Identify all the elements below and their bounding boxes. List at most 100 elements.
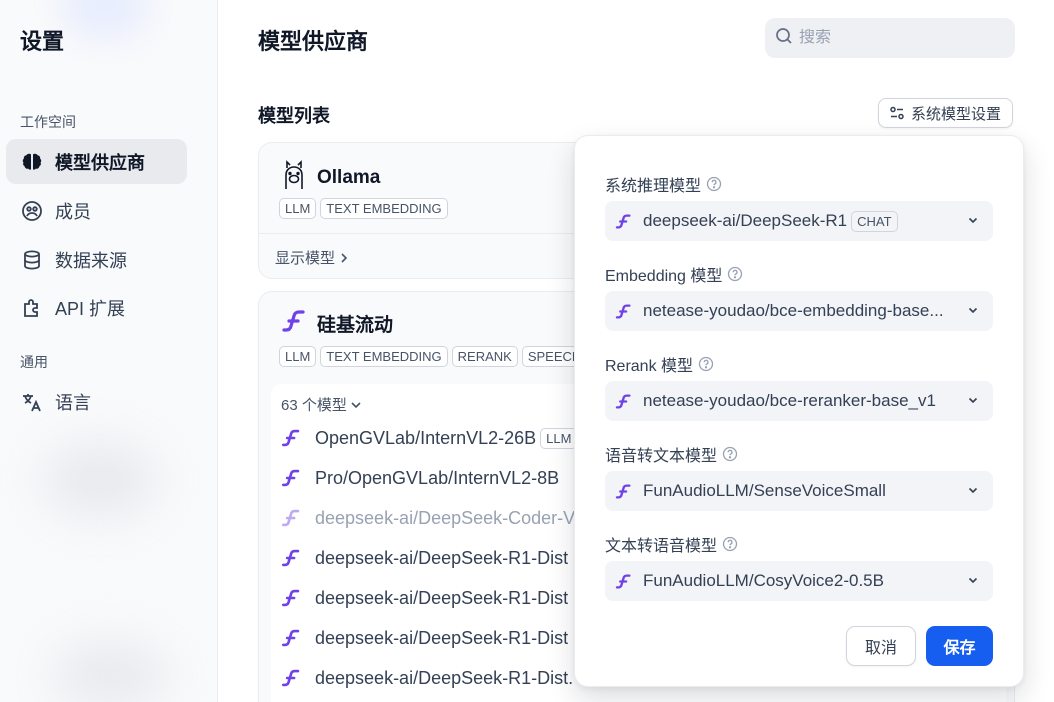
siliconflow-icon [281, 668, 303, 688]
brain-icon [21, 151, 43, 173]
model-name: Pro/OpenGVLab/InternVL2-8B [315, 467, 560, 488]
capability-tag: LLM [279, 198, 317, 219]
help-icon[interactable] [722, 536, 738, 552]
chevron-down-icon [350, 400, 362, 410]
embedding-model-select[interactable]: netease-youdao/bce-embedding-base... [605, 291, 993, 331]
field-label-text: 语音转文本模型 [605, 448, 718, 465]
page-title: 模型供应商 [258, 29, 369, 54]
search-icon [775, 27, 793, 50]
model-name: deepseek-ai/DeepSeek-R1-Dist [315, 587, 569, 608]
selected-value: netease-youdao/bce-reranker-base_v1 [643, 391, 936, 410]
background-blur [50, 640, 170, 702]
model-type-tag: CHAT [851, 210, 898, 232]
llama-icon [281, 159, 307, 196]
siliconflow-icon [281, 308, 307, 339]
provider-header: 硅基流动 [281, 308, 393, 339]
siliconflow-icon [615, 303, 633, 320]
siliconflow-icon [281, 548, 303, 568]
field-label-text: 系统推理模型 [605, 178, 702, 195]
background-blur [60, 0, 150, 40]
help-icon[interactable] [727, 266, 743, 282]
save-button[interactable]: 保存 [926, 626, 993, 666]
sidebar-item-label: 模型供应商 [55, 152, 145, 173]
model-count-label: 63 个模型 [281, 397, 347, 414]
model-row[interactable]: deepseek-ai/DeepSeek-R1-Dist [281, 618, 568, 658]
siliconflow-icon [281, 588, 303, 608]
field-label-text-to-speech-model: 文本转语音模型 [605, 532, 738, 556]
siliconflow-icon [615, 483, 633, 500]
sidebar-item-label: 成员 [55, 201, 91, 222]
sidebar-item-language[interactable]: 语言 [6, 379, 187, 424]
chevron-right-icon [339, 252, 349, 264]
model-row[interactable]: deepseek-ai/DeepSeek-R1-Dist [281, 578, 568, 618]
model-name: deepseek-ai/DeepSeek-R1-Dist [315, 547, 569, 568]
capability-tag: LLM [279, 346, 317, 367]
provider-name: Ollama [317, 166, 381, 188]
search-box[interactable] [765, 18, 1015, 58]
rerank-model-select[interactable]: netease-youdao/bce-reranker-base_v1 [605, 381, 993, 421]
siliconflow-icon [281, 628, 303, 648]
field-label-text: Rerank 模型 [605, 358, 694, 375]
model-row[interactable]: deepseek-ai/DeepSeek-R1-Dist [281, 538, 568, 578]
help-icon[interactable] [706, 176, 722, 192]
sidebar-item-data-source[interactable]: 数据来源 [6, 237, 187, 282]
sidebar-item-api-extension[interactable]: API 扩展 [6, 285, 187, 330]
model-row[interactable]: Pro/OpenGVLab/InternVL2-8B [281, 458, 559, 498]
chevron-down-icon [967, 574, 979, 586]
model-row[interactable]: OpenGVLab/InternVL2-26B LLM [281, 418, 578, 458]
database-icon [21, 249, 43, 271]
siliconflow-icon [615, 573, 633, 590]
model-name: deepseek-ai/DeepSeek-Coder-V [315, 507, 576, 528]
show-models-link[interactable]: 显示模型 [275, 247, 349, 268]
provider-tags: LLM TEXT EMBEDDING [279, 198, 448, 219]
help-icon[interactable] [698, 356, 714, 372]
capability-tag: RERANK [451, 346, 518, 367]
selected-value: netease-youdao/bce-embedding-base... [643, 301, 944, 320]
selected-value: deepseek-ai/DeepSeek-R1 [643, 211, 848, 230]
system-model-settings-label: 系统模型设置 [911, 105, 1002, 123]
help-icon[interactable] [722, 446, 738, 462]
selected-value: FunAudioLLM/SenseVoiceSmall [643, 481, 886, 500]
reasoning-model-select[interactable]: deepseek-ai/DeepSeek-R1 CHAT [605, 201, 993, 241]
field-label-text: Embedding 模型 [605, 268, 723, 285]
provider-header: Ollama [281, 159, 380, 196]
sidebar-item-model-provider[interactable]: 模型供应商 [6, 139, 187, 184]
system-model-settings-popover: 系统推理模型 deepseek-ai/DeepSeek-R1 CHAT Embe… [574, 135, 1024, 687]
field-label-speech-to-text-model: 语音转文本模型 [605, 442, 738, 466]
field-label-embedding-model: Embedding 模型 [605, 262, 743, 286]
sidebar-item-members[interactable]: 成员 [6, 188, 187, 233]
field-label-text: 文本转语音模型 [605, 538, 718, 555]
chevron-down-icon [967, 304, 979, 316]
speech-to-text-model-select[interactable]: FunAudioLLM/SenseVoiceSmall [605, 471, 993, 511]
siliconflow-icon [281, 428, 303, 448]
system-model-settings-button[interactable]: 系统模型设置 [878, 98, 1013, 128]
sidebar-group-general: 通用 [20, 354, 48, 370]
model-name: OpenGVLab/InternVL2-26B [315, 427, 537, 448]
provider-tags: LLM TEXT EMBEDDING RERANK SPEECH2T [279, 346, 603, 367]
capability-tag: TEXT EMBEDDING [320, 346, 448, 367]
model-row[interactable]: deepseek-ai/DeepSeek-R1-Dist. [281, 658, 573, 698]
model-name: deepseek-ai/DeepSeek-R1-Dist. [315, 667, 574, 688]
sidebar-item-label: 数据来源 [55, 250, 127, 271]
show-models-label: 显示模型 [275, 250, 336, 267]
sidebar-group-workspace: 工作空间 [20, 114, 76, 130]
capability-tag: TEXT EMBEDDING [320, 198, 448, 219]
chevron-down-icon [967, 214, 979, 226]
settings-sidebar: 设置 工作空间 模型供应商 成员 数据来源 API 扩展 通用 语言 [0, 0, 218, 702]
model-row-disabled[interactable]: deepseek-ai/DeepSeek-Coder-V [281, 498, 575, 538]
model-name: deepseek-ai/DeepSeek-R1-Dist [315, 627, 569, 648]
chevron-down-icon [967, 394, 979, 406]
text-to-speech-model-select[interactable]: FunAudioLLM/CosyVoice2-0.5B [605, 561, 993, 601]
search-input[interactable] [799, 29, 999, 47]
chevron-down-icon [967, 484, 979, 496]
model-count-toggle[interactable]: 63 个模型 [281, 394, 362, 415]
field-label-reasoning-model: 系统推理模型 [605, 172, 722, 196]
cancel-button[interactable]: 取消 [846, 626, 916, 666]
sidebar-item-label: API 扩展 [55, 298, 126, 319]
siliconflow-icon [281, 508, 303, 528]
field-label-rerank-model: Rerank 模型 [605, 352, 714, 376]
selected-value: FunAudioLLM/CosyVoice2-0.5B [643, 571, 884, 590]
siliconflow-icon [615, 393, 633, 410]
members-icon [21, 200, 43, 222]
translate-icon [21, 391, 43, 413]
